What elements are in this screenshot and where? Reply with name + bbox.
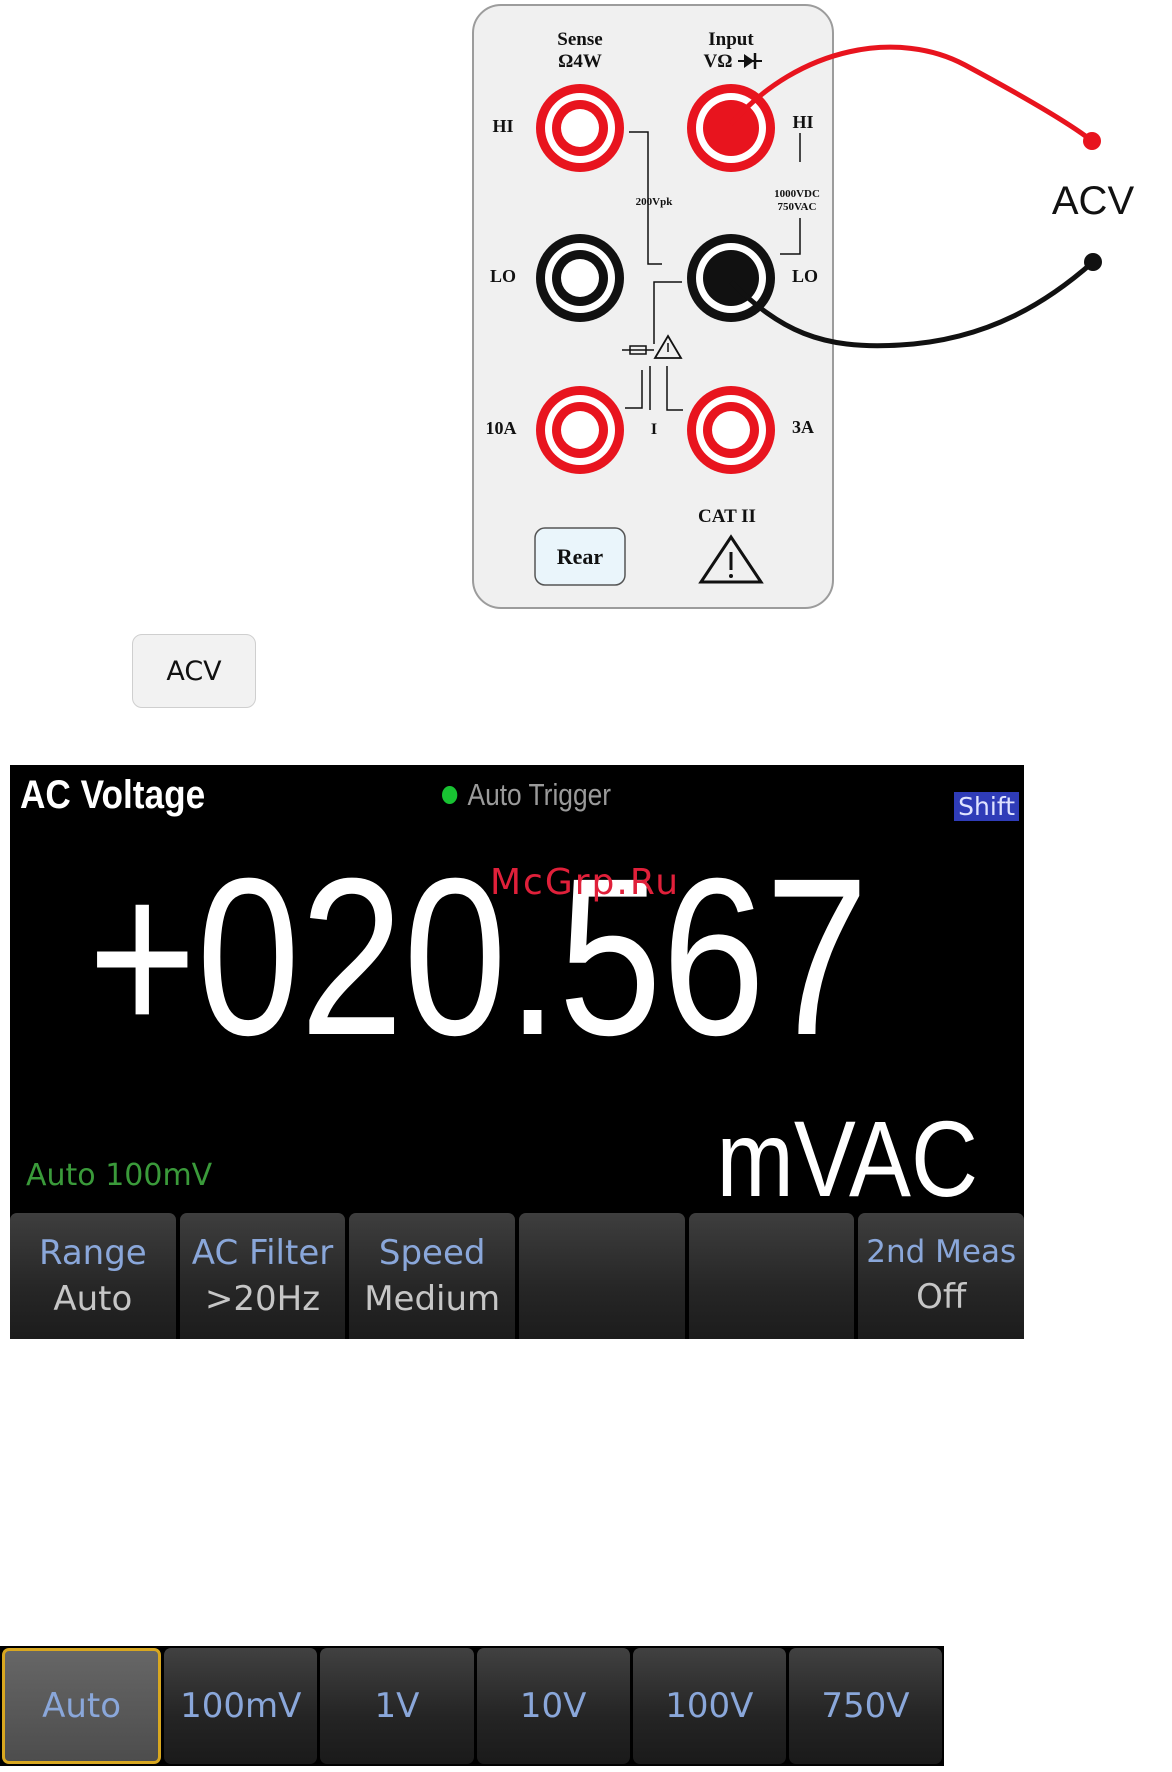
softkey-value: Off [916,1277,967,1318]
softkey-label: 2nd Meas [866,1234,1017,1271]
range-option-100mv[interactable]: 100mV [164,1648,318,1764]
main-reading: +020.567 [88,832,869,1082]
range-status: Auto 100mV [26,1158,213,1193]
input-label: Input [708,29,754,50]
range-option-bar: Auto 100mV 1V 10V 100V 750V [0,1646,944,1766]
softkey-value: Medium [364,1279,501,1319]
lo-label-left: LO [490,266,516,286]
acv-key-label: ACV [166,655,222,687]
trigger-status-dot-icon [442,786,458,804]
softkey-ac-filter[interactable]: AC Filter >20Hz [179,1213,346,1339]
current-i-label: I [651,421,657,438]
sense-sublabel: Ω4W [558,51,602,72]
black-probe-tip [1084,253,1102,271]
lo-label-right: LO [792,266,818,286]
input-sublabel: VΩ [704,51,733,72]
range-option-750v[interactable]: 750V [788,1648,943,1764]
trigger-status-text: Auto Trigger [467,777,612,812]
softkey-2nd-meas[interactable]: 2nd Meas Off [858,1213,1024,1339]
hi-label-right: HI [792,112,813,132]
red-probe-tip [1083,132,1101,150]
softkey-value: Auto [53,1279,133,1319]
range-option-10v[interactable]: 10V [476,1648,630,1764]
instrument-display: AC Voltage Auto Trigger Shift +020.567 m… [10,765,1024,1339]
watermark: McGrp.Ru [490,862,681,903]
probe-label: ACV [1052,179,1135,223]
range-option-1v[interactable]: 1V [320,1648,474,1764]
softkey-label: AC Filter [191,1232,334,1273]
current-3a-label: 3A [792,417,814,437]
cat-label: CAT II [698,506,756,527]
range-option-100v[interactable]: 100V [632,1648,786,1764]
softkey-label: Range [38,1232,147,1273]
rear-button[interactable]: Rear [534,527,626,586]
function-title: AC Voltage [20,773,206,817]
rating-line2: 750VAC [778,201,817,213]
trigger-status: Auto Trigger [442,777,611,813]
shift-badge: Shift [954,792,1019,821]
range-option-auto[interactable]: Auto [2,1648,162,1764]
softkey-range[interactable]: Range Auto [10,1213,176,1339]
acv-key[interactable]: ACV [132,634,256,708]
softkey-empty-4[interactable] [519,1213,685,1339]
sense-hi-terminal[interactable] [536,84,624,172]
sense-label: Sense [557,29,602,50]
sense-lo-terminal[interactable] [536,234,624,322]
softkey-speed[interactable]: Speed Medium [349,1213,516,1339]
rating-line1: 1000VDC [774,188,820,200]
current-10a-label: 10A [486,418,517,438]
panel-body [472,4,834,609]
current-10a-terminal[interactable] [536,386,624,474]
vpk-label: 200Vpk [636,196,674,208]
softkey-value: >20Hz [204,1279,321,1319]
front-panel-diagram: Sense Ω4W Input VΩ HI HI LO LO 200Vpk 10… [472,4,1135,609]
softkey-bar: Range Auto AC Filter >20Hz Speed Medium … [10,1213,1024,1339]
reading-unit: mVAC [716,1098,978,1219]
hi-label-left: HI [492,116,513,136]
softkey-label: Speed [378,1232,486,1273]
softkey-empty-5[interactable] [688,1213,855,1339]
rear-button-label: Rear [557,544,604,569]
current-3a-terminal[interactable] [687,386,775,474]
